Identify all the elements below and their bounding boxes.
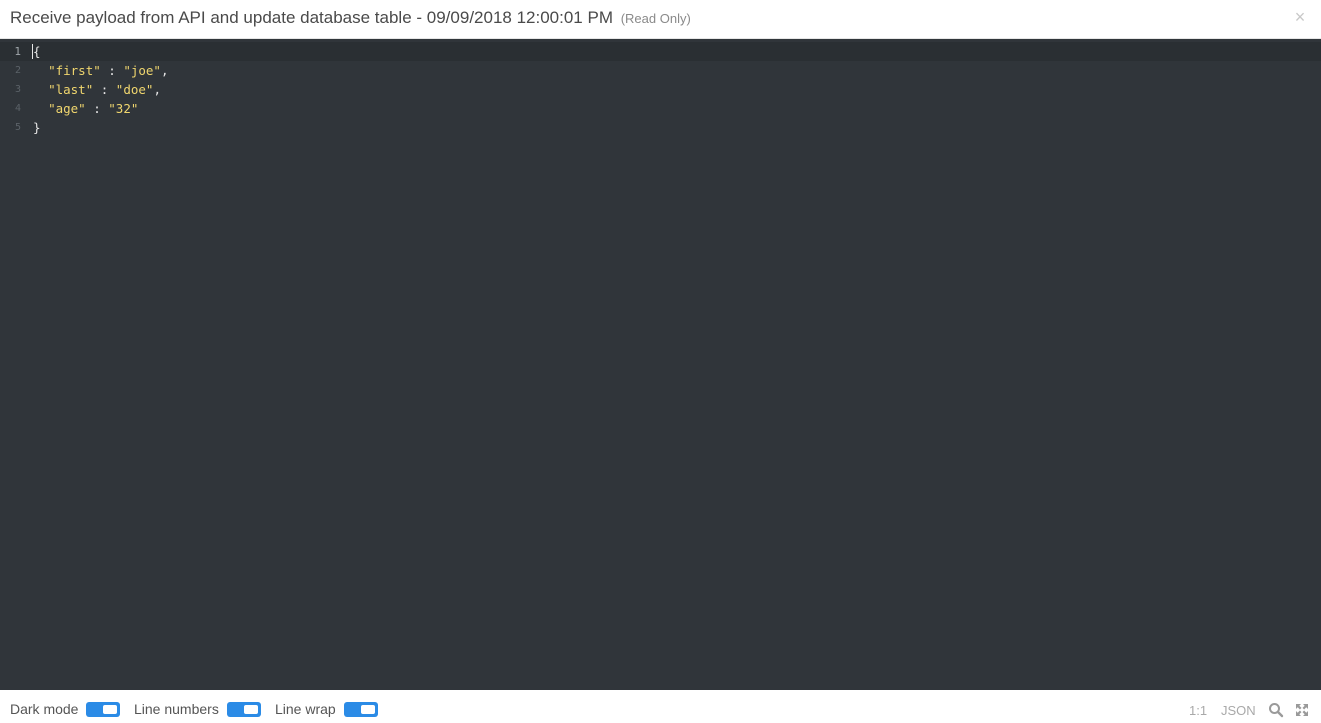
json-comma: , bbox=[153, 82, 161, 97]
viewer-footer: Dark mode Line numbers Line wrap 1:1 JSO… bbox=[0, 690, 1321, 723]
line-wrap-label: Line wrap bbox=[275, 701, 336, 717]
line-numbers-option: Line numbers bbox=[134, 701, 261, 717]
close-brace: } bbox=[33, 120, 41, 135]
json-value: "doe" bbox=[115, 82, 154, 97]
cursor-position: 1:1 bbox=[1189, 703, 1208, 718]
line-numbers-label: Line numbers bbox=[134, 701, 219, 717]
dark-mode-label: Dark mode bbox=[10, 701, 79, 717]
line-number: 5 bbox=[14, 122, 21, 133]
json-value: "32" bbox=[108, 101, 139, 116]
line-number: 2 bbox=[14, 65, 21, 76]
read-only-label: (Read Only) bbox=[620, 11, 691, 26]
toggle-knob bbox=[360, 704, 375, 714]
language-mode[interactable]: JSON bbox=[1221, 703, 1256, 718]
code-line: } bbox=[33, 118, 169, 137]
close-button[interactable]: × bbox=[1292, 8, 1308, 26]
line-number-gutter: 1 2 3 4 5 bbox=[0, 42, 24, 137]
json-separator: : bbox=[93, 82, 116, 97]
viewer-header: Receive payload from API and update data… bbox=[0, 0, 1321, 39]
open-brace: { bbox=[33, 44, 41, 59]
search-icon[interactable] bbox=[1268, 702, 1284, 718]
dark-mode-toggle[interactable] bbox=[86, 701, 121, 717]
close-icon: × bbox=[1294, 7, 1306, 27]
line-wrap-option: Line wrap bbox=[275, 701, 378, 717]
dark-mode-option: Dark mode bbox=[10, 701, 121, 717]
toggle-knob bbox=[103, 704, 118, 714]
code-line: "last" : "doe", bbox=[33, 80, 169, 99]
code-line: { bbox=[33, 42, 169, 61]
json-key: "last" bbox=[48, 82, 94, 97]
json-value: "joe" bbox=[123, 63, 161, 78]
code-content: { "first" : "joe", "last" : "doe", "age"… bbox=[33, 42, 169, 137]
json-separator: : bbox=[85, 101, 109, 116]
json-separator: : bbox=[100, 63, 124, 78]
json-key: "first" bbox=[48, 63, 101, 78]
line-wrap-toggle[interactable] bbox=[343, 701, 378, 717]
code-line: "first" : "joe", bbox=[33, 61, 169, 80]
json-key: "age" bbox=[48, 101, 86, 116]
line-number: 1 bbox=[14, 45, 21, 58]
code-editor[interactable]: 1 2 3 4 5 { "first" : "joe", "last" : "d… bbox=[0, 39, 1321, 690]
json-viewer-window: Receive payload from API and update data… bbox=[0, 0, 1321, 723]
viewer-title: Receive payload from API and update data… bbox=[10, 8, 691, 28]
active-line-highlight bbox=[0, 42, 1321, 61]
fullscreen-icon[interactable] bbox=[1294, 702, 1310, 718]
line-number: 4 bbox=[14, 103, 21, 114]
line-numbers-toggle[interactable] bbox=[226, 701, 261, 717]
line-number: 3 bbox=[14, 84, 21, 95]
title-text: Receive payload from API and update data… bbox=[10, 8, 613, 27]
code-line: "age" : "32" bbox=[33, 99, 169, 118]
toggle-knob bbox=[243, 704, 258, 714]
json-comma: , bbox=[160, 63, 169, 78]
